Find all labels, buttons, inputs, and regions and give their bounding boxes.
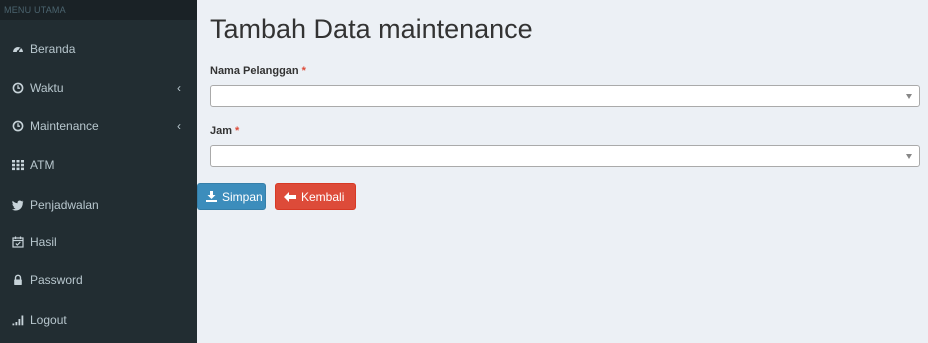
lock-icon <box>12 274 24 286</box>
sidebar-item-label: Password <box>30 273 83 287</box>
sidebar-item-penjadwalan[interactable]: Penjadwalan <box>0 187 197 223</box>
dropdown-arrow-icon <box>906 94 912 99</box>
time-label-text: Jam <box>210 125 233 137</box>
sidebar-item-hasil[interactable]: Hasil <box>0 224 197 260</box>
sidebar-item-label: Maintenance <box>30 119 99 133</box>
sidebar-item-waktu[interactable]: Waktu ‹ <box>0 70 197 106</box>
customer-select[interactable] <box>210 85 920 107</box>
calendar-check-icon <box>12 236 24 248</box>
sidebar-item-label: Logout <box>30 313 67 327</box>
twitter-icon <box>12 199 24 211</box>
sidebar-header: MENU UTAMA <box>0 0 197 20</box>
sidebar-item-atm[interactable]: ATM <box>0 147 197 183</box>
sidebar-item-maintenance[interactable]: Maintenance ‹ <box>0 108 197 144</box>
download-icon <box>206 191 217 202</box>
customer-label-text: Nama Pelanggan <box>210 65 299 77</box>
grid-icon <box>12 159 24 171</box>
required-mark: * <box>235 125 240 137</box>
save-button-label: Simpan <box>222 189 263 204</box>
required-mark: * <box>301 65 306 77</box>
sidebar-item-logout[interactable]: Logout <box>0 302 197 338</box>
dashboard-icon <box>12 43 24 55</box>
signal-icon <box>12 314 24 326</box>
sidebar-item-label: Hasil <box>30 235 57 249</box>
sidebar: MENU UTAMA Beranda Waktu ‹ Maintenance ‹… <box>0 0 197 343</box>
chevron-left-icon: ‹ <box>177 81 181 95</box>
back-button[interactable]: Kembali <box>275 183 356 210</box>
time-select[interactable] <box>210 145 920 167</box>
clock-icon <box>12 120 24 132</box>
dropdown-arrow-icon <box>906 154 912 159</box>
chevron-left-icon: ‹ <box>177 119 181 133</box>
sidebar-item-password[interactable]: Password <box>0 262 197 298</box>
clock-icon <box>12 82 24 94</box>
sidebar-item-label: Waktu <box>30 81 64 95</box>
sidebar-item-label: ATM <box>30 158 55 172</box>
time-label: Jam * <box>210 125 239 137</box>
save-button[interactable]: Simpan <box>197 183 266 210</box>
back-button-label: Kembali <box>301 189 345 204</box>
sidebar-item-beranda[interactable]: Beranda <box>0 31 197 67</box>
customer-label: Nama Pelanggan * <box>210 65 306 77</box>
page-title: Tambah Data maintenance <box>210 14 533 44</box>
content-area: Tambah Data maintenance Nama Pelanggan * … <box>197 0 928 343</box>
sidebar-item-label: Penjadwalan <box>30 198 99 212</box>
arrow-left-icon <box>284 191 296 202</box>
sidebar-item-label: Beranda <box>30 42 76 56</box>
